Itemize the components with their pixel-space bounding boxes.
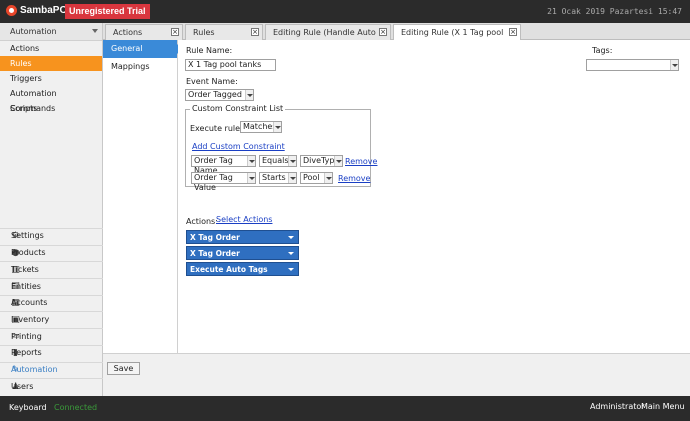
current-user[interactable]: Administrator [590,402,645,411]
chevron-down-icon [288,268,294,271]
action-item[interactable]: Execute Auto Tags [186,262,299,276]
sidebar-item-triggers[interactable]: Triggers [0,71,102,86]
nav-users[interactable]: ♟ Users [0,378,103,395]
sidebar: Automation Actions Rules Triggers Automa… [0,23,103,396]
sidebar-section-dropdown[interactable]: Automation [0,23,102,41]
custom-constraint-group: Custom Constraint List Execute rule if M… [185,104,377,192]
samba-logo-icon [6,5,17,16]
execute-rule-label: Execute rule if [190,124,248,133]
select-actions-link[interactable]: Select Actions [216,215,272,224]
close-icon[interactable]: × [251,28,259,36]
title-bar: SambaPOS Unregistered Trial 21 Ocak 2019… [0,0,690,23]
trial-badge: Unregistered Trial [65,4,150,19]
form-footer: Save [103,353,690,396]
add-custom-constraint-link[interactable]: Add Custom Constraint [192,142,285,151]
constraint-1-value-select[interactable]: DiveType [300,155,343,167]
constraint-2-remove-link[interactable]: Remove [338,174,370,183]
execute-rule-select[interactable]: Matches [240,121,282,133]
chevron-down-icon [247,173,255,183]
nav-products[interactable]: ● Products [0,244,103,262]
settings-subnav: General Settings Mappings [103,40,182,353]
constraint-2-value-select[interactable]: Pool [300,172,333,184]
status-bar: Keyboard Connected Administrator Main Me… [0,396,690,421]
rule-editor: Rule Name: X 1 Tag pool tanks Event Name… [178,40,690,353]
constraint-2-operator-select[interactable]: Starts [259,172,297,184]
nav-inventory[interactable]: ▣ Inventory [0,311,103,328]
sidebar-item-automation-commands[interactable]: Automation Commands [0,86,102,113]
rule-name-label: Rule Name: [186,46,233,55]
keyboard-button[interactable]: Keyboard [9,403,47,412]
chevron-down-icon [288,156,296,166]
tags-label: Tags: [592,46,613,55]
close-icon[interactable]: × [509,28,517,36]
chevron-down-icon [247,156,255,166]
chevron-down-icon [324,173,332,183]
clock-display: 21 Ocak 2019 Pazartesi 15:47 [547,7,682,16]
chevron-down-icon [334,156,342,166]
constraint-2-field-select[interactable]: Order Tag Value [191,172,256,192]
action-item[interactable]: X Tag Order [186,230,299,244]
chevron-down-icon [288,252,294,255]
sidebar-item-actions[interactable]: Actions [0,41,102,56]
tab-strip: Actions × Rules × Editing Rule (Handle A… [103,23,690,52]
constraint-1-operator-select[interactable]: Equals [259,155,297,167]
nav-tickets[interactable]: ▥ Tickets [0,261,103,278]
chevron-down-icon [245,90,253,100]
chevron-down-icon [288,236,294,239]
nav-accounts[interactable]: ▦ Accounts [0,294,103,312]
tab-rules[interactable]: Rules × [185,24,263,40]
tags-select[interactable] [586,59,679,71]
nav-settings[interactable]: ⚙ Settings [0,228,103,245]
event-name-label: Event Name: [186,77,238,86]
main-area: Actions × Rules × Editing Rule (Handle A… [103,23,690,396]
main-menu-button[interactable]: Main Menu [641,402,685,411]
chevron-down-icon [288,173,296,183]
event-name-select[interactable]: Order Tagged [185,89,254,101]
chevron-down-icon [273,122,281,132]
sidebar-section-label: Automation [10,27,57,36]
main-nav: ⚙ Settings ● Products ▥ Tickets ▤ Entities ▦… [0,228,103,395]
rule-name-input[interactable]: X 1 Tag pool tanks [185,59,276,71]
app-logo: SambaPOS [6,5,74,16]
sidebar-item-rules[interactable]: Rules [0,56,102,71]
subnav-general-settings[interactable]: General Settings [103,40,182,71]
nav-printing[interactable]: ▭ Printing [0,328,103,345]
subnav-mappings[interactable]: Mappings [103,58,177,76]
save-button[interactable]: Save [107,362,140,375]
custom-constraint-title: Custom Constraint List [190,104,286,113]
close-icon[interactable]: × [379,28,387,36]
tab-editing-rule-x1-tag-pool-tanks[interactable]: Editing Rule (X 1 Tag pool tanks) × [393,24,521,52]
constraint-1-field-select[interactable]: Order Tag Name [191,155,256,175]
chevron-down-icon [92,29,98,33]
actions-label: Actions: [186,217,218,226]
tab-editing-rule-handle-auto-tags[interactable]: Editing Rule (Handle Auto Tags) × [265,24,391,52]
connection-status: Connected [54,403,98,412]
action-item[interactable]: X Tag Order [186,246,299,260]
constraint-1-remove-link[interactable]: Remove [345,157,377,166]
tab-actions[interactable]: Actions × [105,24,183,40]
chevron-down-icon [670,60,678,70]
nav-reports[interactable]: ▮ Reports [0,344,103,362]
nav-entities[interactable]: ▤ Entities [0,278,103,295]
nav-automation[interactable]: ✎ Automation [0,361,103,379]
close-icon[interactable]: × [171,28,179,36]
